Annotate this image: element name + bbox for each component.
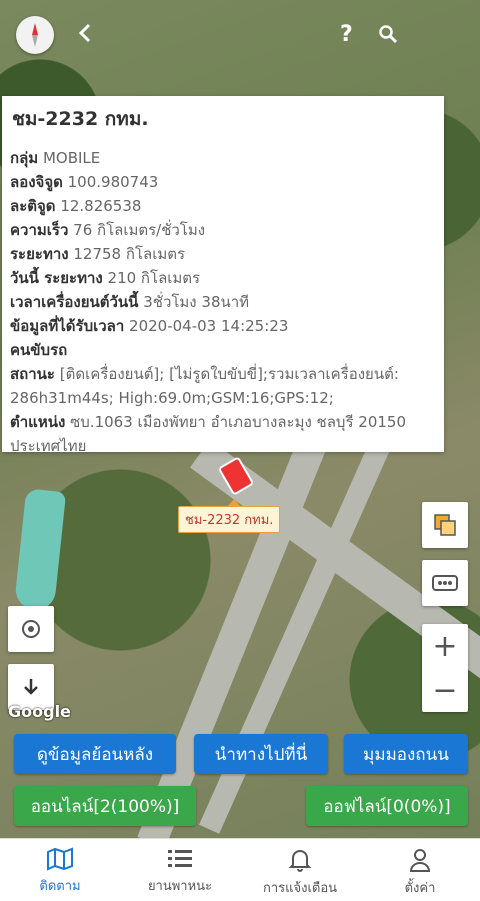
more-options-button[interactable]	[422, 560, 468, 606]
info-row: คนขับรถ	[10, 338, 436, 362]
compass-icon[interactable]	[16, 16, 54, 54]
info-row-value: 100.980743	[67, 173, 159, 191]
vehicle-info-window: ชม-2232 กทม. กลุ่ม MOBILE ลองจิจูด 100.98…	[2, 96, 444, 455]
info-row: ระยะทาง 12758 กิโลเมตร	[10, 242, 436, 266]
tab-label: ยานพาหนะ	[147, 879, 213, 894]
layers-icon	[434, 514, 456, 536]
search-icon	[379, 25, 398, 44]
info-row: เวลาเครื่องยนต์วันนี้ 3ชั่วโมง 38นาที	[10, 290, 436, 314]
info-row-label: สถานะ	[10, 365, 55, 383]
info-row-label: ข้อมูลที่ได้รับเวลา	[10, 317, 125, 335]
chevron-left-icon	[78, 23, 91, 43]
info-rows: กลุ่ม MOBILE ลองจิจูด 100.980743 ละติจูด 1…	[10, 146, 436, 458]
info-row-label: คนขับรถ	[10, 341, 68, 359]
info-row: ตำแหน่ง ซบ.1063 เมืองพัทยา อำเภอบางละมุง…	[10, 410, 436, 458]
minus-icon: −	[432, 672, 458, 708]
online-button[interactable]: ออนไลน์[2(100%)]	[14, 786, 196, 826]
info-row: ลองจิจูด 100.980743	[10, 170, 436, 194]
tab-notifications[interactable]: การแจ้งเตือน	[240, 839, 360, 901]
offline-button[interactable]: ออฟไลน์[0(0%)]	[306, 786, 468, 826]
info-row-value: ซบ.1063 เมืองพัทยา อำเภอบางละมุง ชลบุรี …	[10, 413, 406, 455]
info-row-value: 2020-04-03 14:25:23	[129, 317, 289, 335]
list-icon	[168, 850, 192, 867]
info-row-label: กลุ่ม	[10, 149, 39, 167]
tab-label: ติดตาม	[39, 879, 81, 894]
info-row-value: 12.826538	[60, 197, 142, 215]
info-row-value: 12758 กิโลเมตร	[73, 245, 186, 263]
info-row: กลุ่ม MOBILE	[10, 146, 436, 170]
info-row-label: ตำแหน่ง	[10, 413, 66, 431]
info-row-label: เวลาเครื่องยนต์วันนี้	[10, 293, 139, 311]
zoom-control: + −	[422, 624, 468, 712]
my-location-button[interactable]	[8, 606, 54, 652]
plus-icon: +	[432, 628, 458, 664]
marker-label[interactable]: ชม-2232 กทม.	[178, 499, 281, 533]
bell-icon	[288, 850, 312, 872]
question-icon: ?	[340, 22, 353, 47]
info-title: ชม-2232 กทม.	[12, 108, 149, 130]
more-dots-icon	[432, 575, 458, 591]
lake	[13, 488, 67, 612]
location-target-icon	[22, 620, 40, 638]
street-view-button[interactable]: มุมมองถนน	[344, 734, 468, 774]
zoom-in-button[interactable]: +	[422, 624, 468, 668]
help-button[interactable]: ?	[340, 22, 353, 47]
zoom-out-button[interactable]: −	[422, 668, 468, 712]
bottom-tab-bar: ติดตาม ยานพาหนะ การแจ้งเตือน ตั้งค่า	[0, 838, 480, 901]
user-icon	[409, 849, 431, 872]
info-row-label: วันนี้ ระยะทาง	[10, 269, 103, 287]
history-button[interactable]: ดูข้อมูลย้อนหลัง	[14, 734, 176, 774]
layers-button[interactable]	[422, 502, 468, 548]
tab-vehicles[interactable]: ยานพาหนะ	[120, 839, 240, 901]
navigate-button[interactable]: นำทางไปที่นี่	[194, 734, 328, 774]
info-row-label: ความเร็ว	[10, 221, 69, 239]
search-button[interactable]	[378, 24, 398, 50]
info-row: ข้อมูลที่ได้รับเวลา 2020-04-03 14:25:23	[10, 314, 436, 338]
info-row: ละติจูด 12.826538	[10, 194, 436, 218]
info-row-value: MOBILE	[42, 149, 101, 167]
info-row-value: 76 กิโลเมตร/ชั่วโมง	[73, 221, 206, 239]
google-logo: Google	[8, 702, 71, 721]
info-row-label: ระยะทาง	[10, 245, 69, 263]
info-row: สถานะ [ติดเครื่องยนต์]; [ไม่รูดใบขับขี่]…	[10, 362, 436, 410]
info-row-label: ลองจิจูด	[10, 173, 63, 191]
arrow-down-icon	[24, 679, 38, 695]
back-button[interactable]	[76, 22, 96, 50]
info-row-value: 3ชั่วโมง 38นาที	[143, 293, 250, 311]
tab-tracking[interactable]: ติดตาม	[0, 839, 120, 901]
tab-settings[interactable]: ตั้งค่า	[360, 839, 480, 901]
tab-label: การแจ้งเตือน	[262, 881, 338, 896]
info-row-label: ละติจูด	[10, 197, 56, 215]
info-row: วันนี้ ระยะทาง 210 กิโลเมตร	[10, 266, 436, 290]
info-row-value: 210 กิโลเมตร	[107, 269, 201, 287]
info-row: ความเร็ว 76 กิโลเมตร/ชั่วโมง	[10, 218, 436, 242]
info-row-value: [ติดเครื่องยนต์]; [ไม่รูดใบขับขี่];รวมเว…	[10, 365, 399, 407]
map-icon	[47, 847, 73, 871]
tab-label: ตั้งค่า	[404, 881, 436, 896]
